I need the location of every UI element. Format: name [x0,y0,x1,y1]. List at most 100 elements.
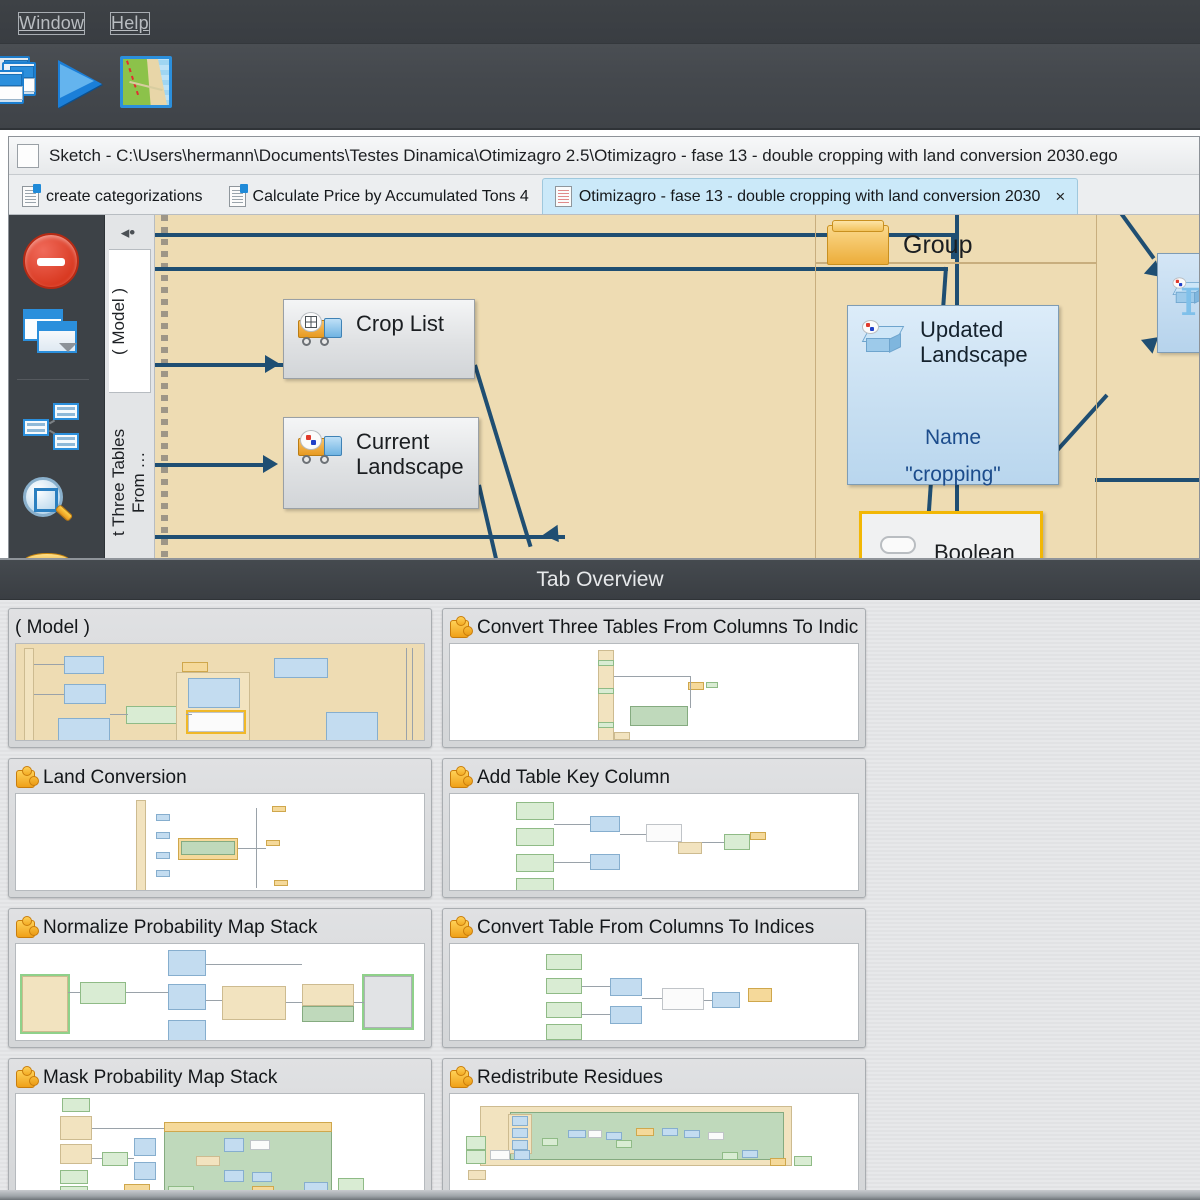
current-landscape-label: Current Landscape [356,429,464,479]
menu-help-label: Help [110,12,150,35]
stop-icon[interactable] [23,233,79,289]
map-viewer-icon[interactable] [120,56,174,112]
connector-wire [1095,478,1199,482]
tab-label: create categorizations [46,187,203,205]
side-tab-strip: ◂• ( Model ) t Three Tables From … [105,215,155,563]
tab-calculate-price[interactable]: Calculate Price by Accumulated Tons 4 [216,178,542,214]
overview-card-label: Normalize Probability Map Stack [43,917,318,938]
puzzle-piece-icon [449,765,473,789]
run-model-icon[interactable] [52,56,110,112]
overview-card-label: Redistribute Residues [477,1067,663,1088]
tab-label: Calculate Price by Accumulated Tons 4 [252,187,529,205]
connector-arrowhead [265,355,280,373]
tab-overview-panel: Tab Overview ( Model ) Convert Three Tab… [0,558,1200,1200]
boolean-node[interactable]: Boolean [859,511,1043,563]
current-landscape-node[interactable]: Current Landscape [283,417,479,509]
connector-arrowhead [542,524,567,548]
sketch-window-title: Sketch - C:\Users\hermann\Documents\Test… [49,145,1118,165]
overview-thumbnail [449,1093,859,1191]
overview-thumbnail [449,793,859,891]
table-document-icon [228,184,248,207]
puzzle-piece-icon [15,765,39,789]
puzzle-piece-icon [15,915,39,939]
overview-card-convert-three-tables[interactable]: Convert Three Tables From Columns To Ind… [442,608,866,748]
sketch-window: Sketch - C:\Users\hermann\Documents\Test… [8,136,1200,571]
overview-card-title-row: Mask Probability Map Stack [15,1063,425,1093]
save-all-icon[interactable] [0,56,46,112]
close-icon[interactable]: × [1055,187,1065,207]
overview-card-model[interactable]: ( Model ) [8,608,432,748]
tab-create-categorizations[interactable]: create categorizations [9,178,216,214]
side-tab-three-tables[interactable]: t Three Tables From … [109,401,151,563]
puzzle-piece-icon [15,1065,39,1089]
menu-bar: Window Help [0,0,1200,44]
sketch-title-bar: Sketch - C:\Users\hermann\Documents\Test… [9,137,1199,175]
overview-thumbnail [15,643,425,741]
collapse-panel-icon[interactable]: ◂• [117,223,139,243]
overview-card-normalize-probability-map-stack[interactable]: Normalize Probability Map Stack [8,908,432,1048]
updated-landscape-property-name: Name [924,426,982,450]
sketch-vertical-toolbar [9,215,105,571]
puzzle-piece-icon [449,615,473,639]
puzzle-piece-icon [449,915,473,939]
puzzle-piece-icon [449,1065,473,1089]
overview-card-label: ( Model ) [15,617,90,638]
overview-card-title-row: Add Table Key Column [449,763,859,793]
overview-card-label: Convert Three Tables From Columns To Ind… [477,617,859,638]
group-label: Group [903,230,973,259]
window-icon [17,143,39,168]
overview-card-title-row: Convert Three Tables From Columns To Ind… [449,613,859,643]
canvas-region: ◂• ( Model ) t Three Tables From … Group… [9,215,1199,571]
overview-card-redistribute-residues[interactable]: Redistribute Residues [442,1058,866,1198]
overview-card-title-row: Redistribute Residues [449,1063,859,1093]
zoom-fit-icon[interactable] [23,477,81,531]
table-truck-icon [298,312,344,346]
updated-landscape-property-value: "cropping" [905,463,1001,487]
pi-calculate-node[interactable]: π [1157,253,1199,353]
overview-card-convert-table[interactable]: Convert Table From Columns To Indices [442,908,866,1048]
updated-landscape-node[interactable]: Updated Landscape Name "cropping" [847,305,1059,487]
side-tab-model[interactable]: ( Model ) [109,249,151,393]
tree-view-icon[interactable] [23,403,85,453]
tab-overview-title: Tab Overview [0,560,1200,600]
toggle-icon [880,536,916,554]
pi-calculate-icon: π [1180,268,1199,328]
tab-overview-body: ( Model ) Convert Three Tables From Colu… [0,600,1200,1200]
diagram-background: Group Crop List Current Landscape Update… [155,215,1199,563]
document-tab-strip: create categorizations Calculate Price b… [9,175,1199,215]
connector-wire [155,535,565,539]
menu-window-label: Window [18,12,86,35]
main-toolbar [0,44,1200,130]
overview-card-label: Mask Probability Map Stack [43,1067,278,1088]
updated-landscape-label: Updated Landscape [920,317,1028,367]
tab-label: Otimizagro - fase 13 - double cropping w… [578,187,1041,205]
window-bottom-border [0,1190,1200,1200]
toolbar-divider [17,379,89,380]
overview-card-add-table-key-column[interactable]: Add Table Key Column [442,758,866,898]
application-root: Window Help Sketch - C:\Users\hermann\Do… [0,0,1200,1200]
overview-card-title-row: ( Model ) [15,613,425,643]
connector-wire [1113,215,1156,260]
overview-card-title-row: Land Conversion [15,763,425,793]
overview-thumbnail [449,643,859,741]
overview-card-land-conversion[interactable]: Land Conversion [8,758,432,898]
connector-wire [473,364,533,548]
tab-otimizagro-fase-13[interactable]: Otimizagro - fase 13 - double cropping w… [541,178,1079,214]
overview-card-label: Convert Table From Columns To Indices [477,917,815,938]
overview-card-label: Add Table Key Column [477,767,670,788]
crop-list-node[interactable]: Crop List [283,299,475,379]
map-cube-icon [861,318,908,356]
group-header: Group [827,220,973,265]
overview-thumbnail [449,943,859,1041]
windows-icon[interactable] [23,309,83,361]
table-document-icon [22,184,41,207]
sketch-diagram-canvas[interactable]: Group Crop List Current Landscape Update… [155,215,1199,563]
connector-arrowhead [263,455,278,473]
overview-card-label: Land Conversion [43,767,187,788]
connector-wire [477,484,502,563]
overview-thumbnail [15,943,425,1041]
model-document-icon [554,186,572,207]
overview-card-mask-probability-map-stack[interactable]: Mask Probability Map Stack [8,1058,432,1198]
tab-overview-grid: ( Model ) Convert Three Tables From Colu… [8,608,1192,1200]
connector-wire [155,463,265,467]
